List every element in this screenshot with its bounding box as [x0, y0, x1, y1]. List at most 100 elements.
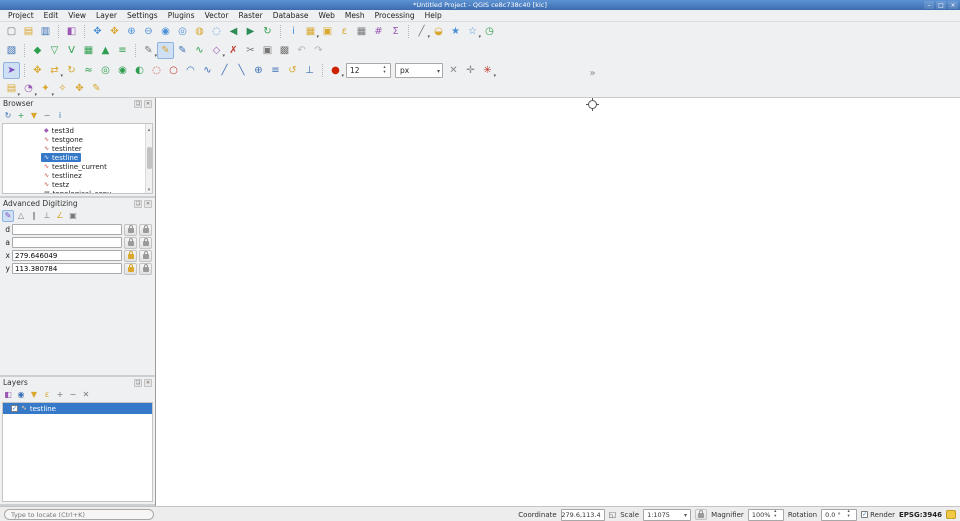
scroll-up-icon[interactable] [148, 124, 151, 133]
temporal-controller-button[interactable]: ◷ [481, 23, 498, 40]
identify-features-button[interactable]: i [285, 23, 302, 40]
add-ring-button[interactable]: ◎ [97, 62, 114, 79]
trim-extend-button[interactable]: ⊥ [301, 62, 318, 79]
browser-item-test3d[interactable]: ◆test3d [3, 126, 152, 135]
scrollbar-thumb[interactable] [147, 147, 152, 169]
cad-d-lock-button[interactable] [124, 224, 137, 236]
select-by-expression-button[interactable]: ε [336, 23, 353, 40]
cad-common-angles-button[interactable]: ∠ [54, 210, 66, 222]
select-features-button[interactable]: ▦ [302, 23, 319, 40]
advanced-digitizing-close-icon[interactable] [144, 200, 152, 208]
browser-panel-header[interactable]: Browser [0, 98, 155, 109]
cad-construction-mode-button[interactable]: △ [15, 210, 27, 222]
advanced-digitizing-panel-header[interactable]: Advanced Digitizing [0, 198, 155, 209]
browser-add-layers-button[interactable]: + [15, 110, 27, 122]
cut-features-button[interactable]: ✂ [242, 42, 259, 59]
rotation-spinbox[interactable]: 0.0 ° [821, 509, 857, 521]
menu-database[interactable]: Database [268, 10, 314, 21]
split-parts-button[interactable]: ╲ [233, 62, 250, 79]
tolerance-units-combo[interactable]: px [395, 63, 443, 78]
layer-diagram-options-button[interactable]: ◔ [20, 81, 37, 98]
manage-map-themes-button[interactable]: ◉ [15, 389, 27, 401]
browser-close-icon[interactable] [144, 100, 152, 108]
cad-x-repeating-lock-button[interactable] [139, 250, 152, 262]
menu-plugins[interactable]: Plugins [163, 10, 200, 21]
menu-mesh[interactable]: Mesh [340, 10, 370, 21]
add-mesh-layer-button[interactable]: ▲ [97, 42, 114, 59]
browser-item-testlinez[interactable]: ∿testlinez [3, 171, 152, 180]
cad-floater-button[interactable]: ▣ [67, 210, 79, 222]
delete-ring-button[interactable]: ◌ [148, 62, 165, 79]
zoom-to-layer-button[interactable]: ◌ [208, 23, 225, 40]
cad-x-lock-button[interactable] [124, 250, 137, 262]
layer-labeling-options-button[interactable]: ▤ [3, 81, 20, 98]
copy-move-feature-button[interactable]: ⇄ [46, 62, 63, 79]
delete-part-button[interactable]: ○ [165, 62, 182, 79]
statistical-summary-button[interactable]: Σ [387, 23, 404, 40]
collapse-all-button[interactable]: − [67, 389, 79, 401]
snapping-marker-button[interactable]: ✕ [445, 62, 462, 79]
browser-item-testline[interactable]: ∿testline [3, 153, 152, 162]
filter-by-expression-button[interactable]: ε [41, 389, 53, 401]
scroll-down-icon[interactable] [148, 184, 151, 193]
zoom-out-button[interactable]: ⊖ [140, 23, 157, 40]
reshape-features-button[interactable]: ∿ [199, 62, 216, 79]
cad-d-repeating-lock-button[interactable] [139, 224, 152, 236]
paste-features-button[interactable]: ▩ [276, 42, 293, 59]
add-raster-layer-button[interactable]: ▦ [80, 42, 97, 59]
move-label-button[interactable]: ✥ [71, 81, 88, 98]
stream-tolerance-spinbox[interactable]: 12 [346, 63, 391, 78]
cad-y-input[interactable] [12, 263, 122, 274]
zoom-native-button[interactable]: ◉ [157, 23, 174, 40]
data-source-manager-button[interactable]: ▧ [3, 42, 20, 59]
zoom-last-button[interactable]: ◀ [225, 23, 242, 40]
zoom-next-button[interactable]: ▶ [242, 23, 259, 40]
advanced-digitizing-float-icon[interactable] [134, 200, 142, 208]
browser-scrollbar[interactable] [145, 124, 152, 193]
highlight-pinned-labels-button[interactable]: ✧ [54, 81, 71, 98]
maximize-button[interactable]: □ [936, 1, 946, 9]
open-attribute-table-button[interactable]: ▦ [353, 23, 370, 40]
merge-attributes-button[interactable]: ≡ [267, 62, 284, 79]
lock-scale-button[interactable] [695, 509, 707, 520]
layer-visibility-checkbox[interactable]: ✓ [11, 405, 18, 412]
deselect-features-button[interactable]: ▣ [319, 23, 336, 40]
render-toggle[interactable]: ✓ Render [861, 511, 895, 519]
scale-combo[interactable]: 1:1075 [643, 509, 691, 521]
undo-button[interactable]: ↶ [293, 42, 310, 59]
menu-raster[interactable]: Raster [233, 10, 267, 21]
spinner-arrows-icon[interactable] [844, 510, 853, 519]
fill-ring-button[interactable]: ◐ [131, 62, 148, 79]
cad-y-lock-button[interactable] [124, 263, 137, 275]
measure-button[interactable]: ╱ [413, 23, 430, 40]
rotate-point-symbols-button[interactable]: ↺ [284, 62, 301, 79]
browser-refresh-button[interactable]: ↻ [2, 110, 14, 122]
layers-close-icon[interactable] [144, 379, 152, 387]
cad-a-input[interactable] [12, 237, 122, 248]
new-project-button[interactable]: ▢ [3, 23, 20, 40]
cad-a-lock-button[interactable] [124, 237, 137, 249]
enable-advanced-digitizing-button[interactable]: ➤ [3, 62, 20, 79]
layers-float-icon[interactable] [134, 379, 142, 387]
add-vector-layer-button[interactable]: V [63, 42, 80, 59]
pin-labels-button[interactable]: ✦ [37, 81, 54, 98]
merge-features-button[interactable]: ⊕ [250, 62, 267, 79]
zoom-full-button[interactable]: ◎ [174, 23, 191, 40]
cad-x-input[interactable] [12, 250, 122, 261]
zoom-in-button[interactable]: ⊕ [123, 23, 140, 40]
expand-all-button[interactable]: + [54, 389, 66, 401]
open-project-button[interactable]: ▤ [20, 23, 37, 40]
field-calculator-button[interactable]: # [370, 23, 387, 40]
style-manager-button[interactable]: ◧ [63, 23, 80, 40]
browser-collapse-all-button[interactable]: − [41, 110, 53, 122]
cad-d-input[interactable] [12, 224, 122, 235]
browser-item-topological_copy[interactable]: ▦topological_copy [3, 189, 152, 194]
close-button[interactable]: × [948, 1, 958, 9]
browser-item-testinter[interactable]: ∿testinter [3, 144, 152, 153]
snapping-options-button[interactable]: ✳ [479, 62, 496, 79]
zoom-to-selection-button[interactable]: ◍ [191, 23, 208, 40]
menu-layer[interactable]: Layer [91, 10, 122, 21]
new-bookmark-button[interactable]: ★ [447, 23, 464, 40]
menu-view[interactable]: View [63, 10, 91, 21]
vertex-tool-button[interactable]: ◇ [208, 42, 225, 59]
